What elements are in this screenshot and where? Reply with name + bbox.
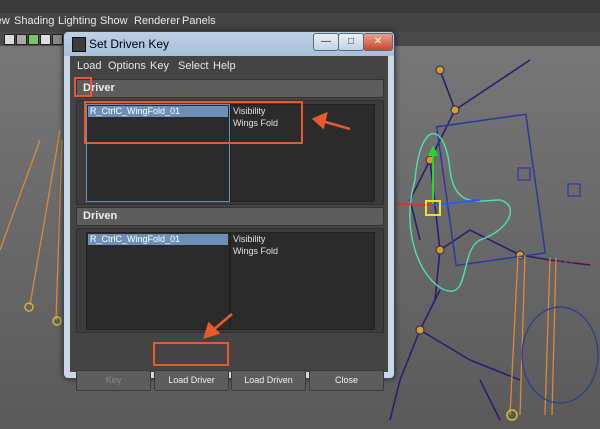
arrow-to-driver-lists bbox=[321, 119, 351, 131]
annotation-arrows bbox=[203, 111, 351, 339]
arrow-head bbox=[311, 111, 328, 130]
